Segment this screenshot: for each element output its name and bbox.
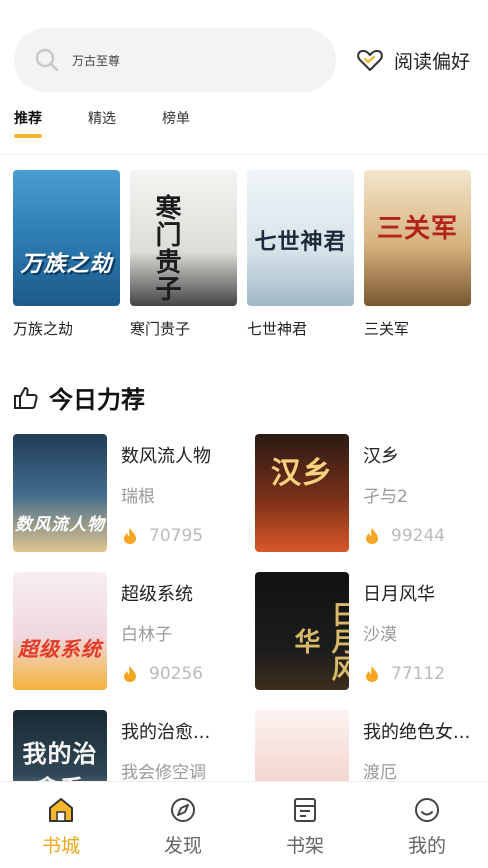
nav-label: 发现 [163, 835, 202, 857]
hot-value: 90256 [149, 664, 204, 684]
nav-label: 书城 [41, 835, 80, 857]
book-cover[interactable]: 三关军 [364, 170, 471, 306]
heart-icon [357, 49, 383, 71]
bookstore-icon [49, 798, 73, 822]
hot-value: 70795 [149, 526, 204, 546]
book-title[interactable]: 汉乡 [363, 442, 481, 468]
book-title[interactable]: 三关军 [364, 318, 471, 339]
nav-discover[interactable]: 发现 [122, 782, 244, 868]
book-title[interactable]: 超级系统 [121, 580, 239, 606]
hot-count: 90256 [121, 664, 203, 684]
book-cover[interactable]: 七世神君 [247, 170, 354, 306]
flame-icon [124, 666, 136, 682]
nav-bookshelf[interactable]: 书架 [244, 782, 366, 868]
book-card[interactable]: 万族之劫 万族之劫 [13, 170, 120, 339]
cover-title: 三关军 [376, 214, 458, 245]
hot-count: 77112 [363, 664, 445, 684]
book-author: 沙漠 [363, 625, 397, 645]
nav-label: 我的 [407, 835, 446, 857]
book-title[interactable]: 日月风华 [363, 580, 481, 606]
book-title[interactable]: 我的绝色女... [363, 718, 481, 744]
section-header: 今日力荐 [13, 380, 145, 415]
flame-icon [124, 528, 136, 544]
book-title[interactable]: 寒门贵子 [130, 318, 237, 339]
section-title: 今日力荐 [49, 386, 145, 414]
hot-count: 99244 [363, 526, 445, 546]
recommend-grid: 数风流人物 数风流人物 瑞根 70795 汉乡 汉乡 孑与2 99244 超级系… [13, 434, 485, 828]
book-title[interactable]: 万族之劫 [13, 318, 120, 339]
book-author: 瑞根 [121, 487, 155, 507]
discover-icon [171, 798, 195, 822]
hot-value: 99244 [391, 526, 446, 546]
divider [0, 154, 488, 155]
nav-profile[interactable]: 我的 [366, 782, 488, 868]
book-cover[interactable]: 寒门贵子 [130, 170, 237, 306]
reading-preference-button[interactable]: 阅读偏好 [356, 44, 470, 76]
nav-label: 书架 [285, 835, 324, 857]
book-author: 孑与2 [363, 487, 408, 507]
book-item[interactable]: 超级系统 超级系统 白林子 90256 [13, 572, 255, 690]
nav-bookstore[interactable]: 书城 [0, 782, 122, 868]
book-author: 白林子 [121, 625, 172, 645]
cover-title: 汉乡 [271, 456, 333, 492]
book-cover[interactable]: 万族之劫 [13, 170, 120, 306]
thumbs-up-icon [14, 386, 38, 409]
cover-title: 寒门贵子 [151, 194, 181, 303]
book-item[interactable]: 数风流人物 数风流人物 瑞根 70795 [13, 434, 255, 552]
book-cover[interactable]: 超级系统 [13, 572, 107, 690]
tab-recommend[interactable]: 推荐 [14, 108, 42, 138]
book-author: 我会修空调 [121, 763, 206, 783]
cover-title: 万族之劫 [20, 251, 113, 278]
book-title[interactable]: 七世神君 [247, 318, 354, 339]
bottom-nav: 书城 发现 书架 我的 [0, 781, 488, 868]
tab-rankings[interactable]: 榜单 [162, 108, 190, 128]
cover-title: 日月风华 [290, 601, 349, 683]
book-card[interactable]: 寒门贵子 寒门贵子 [130, 170, 237, 339]
search-placeholder: 万古至尊 [72, 53, 121, 68]
profile-icon [415, 798, 439, 822]
book-item[interactable]: 日月风华 日月风华 沙漠 77112 [255, 572, 485, 690]
search-icon [35, 48, 59, 72]
cover-title: 七世神君 [254, 229, 347, 256]
book-item[interactable]: 汉乡 汉乡 孑与2 99244 [255, 434, 485, 552]
flame-icon [366, 528, 378, 544]
category-tabs: 推荐 精选 榜单 [14, 108, 190, 138]
hot-count: 70795 [121, 526, 203, 546]
flame-icon [366, 666, 378, 682]
top-books-row: 万族之劫 万族之劫 寒门贵子 寒门贵子 七世神君 七世神君 三关军 三关军 [13, 170, 471, 339]
reading-preference-label: 阅读偏好 [394, 50, 471, 73]
book-card[interactable]: 七世神君 七世神君 [247, 170, 354, 339]
book-author: 渡厄 [363, 763, 397, 783]
book-cover[interactable]: 数风流人物 [13, 434, 107, 552]
book-title[interactable]: 数风流人物 [121, 442, 239, 468]
cover-title: 超级系统 [18, 637, 102, 662]
book-cover[interactable]: 汉乡 [255, 434, 349, 552]
tab-featured[interactable]: 精选 [88, 108, 116, 128]
book-card[interactable]: 三关军 三关军 [364, 170, 471, 339]
book-title[interactable]: 我的治愈... [121, 718, 239, 744]
book-cover[interactable]: 日月风华 [255, 572, 349, 690]
hot-value: 77112 [391, 664, 446, 684]
search-bar[interactable]: 万古至尊 [14, 28, 336, 92]
bookshelf-icon [294, 798, 316, 822]
cover-title: 数风流人物 [15, 514, 105, 535]
